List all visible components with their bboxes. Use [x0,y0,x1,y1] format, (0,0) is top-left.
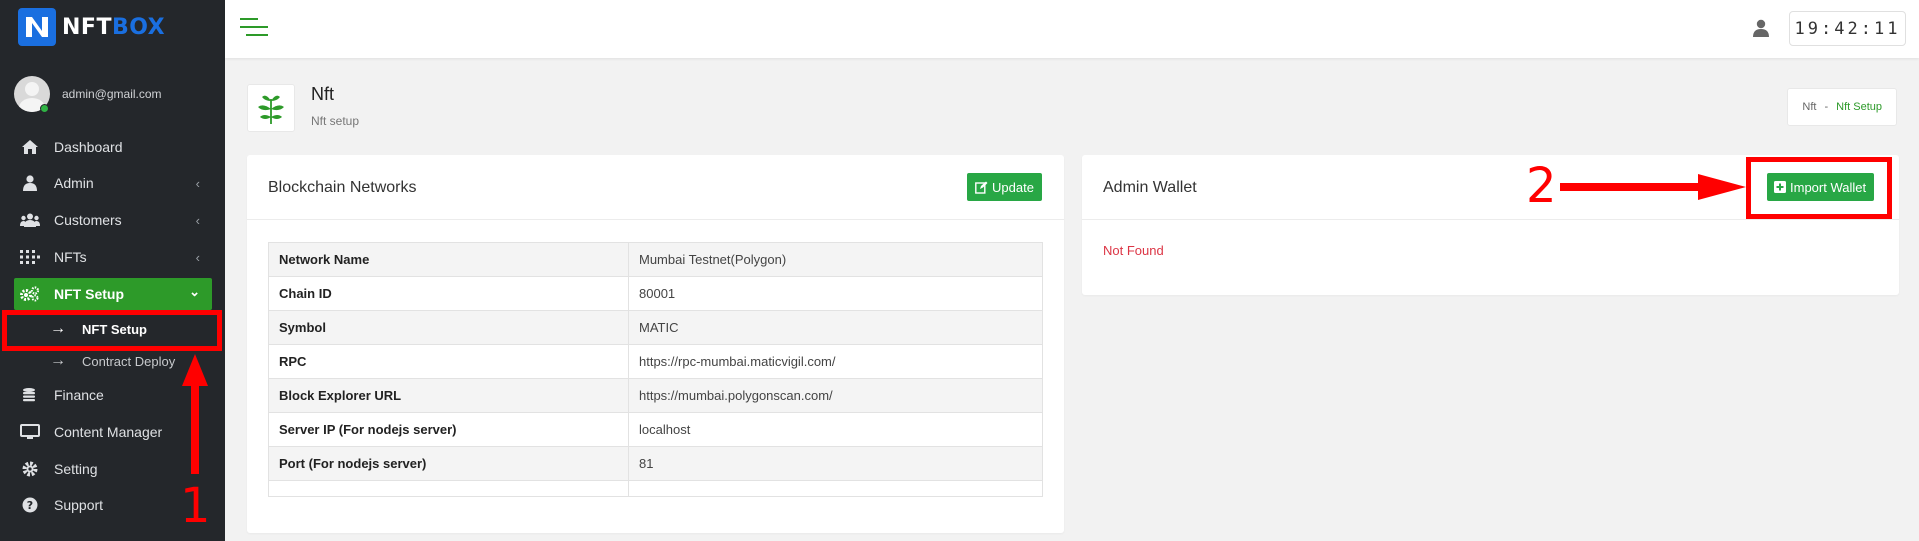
gears-icon [20,286,40,302]
table-key-cell: Network Name [268,242,629,277]
table-value-cell: Mumbai Testnet(Polygon) [628,242,1043,277]
sidebar-item-nft-setup[interactable]: NFT Setup ⌄ [14,278,212,310]
table-row: Block Explorer URL https://mumbai.polygon… [268,378,1043,413]
sidebar-item-label: NFT Setup [54,286,124,302]
sidebar-subitem-contract-deploy[interactable]: → Contract Deploy [50,348,175,374]
table-value-cell: MATIC [628,310,1043,345]
arrow-right-icon: → [50,352,66,369]
annotation-highlight-box-2 [1746,157,1892,219]
sidebar-subitem-label: Contract Deploy [82,353,176,369]
network-details-table: Network Name Mumbai Testnet(Polygon) Chain… [268,242,1043,497]
brand-name: NFTBOX [62,15,165,40]
page-subtitle: Nft setup [311,114,360,128]
card-header: Blockchain Networks Update [247,155,1064,220]
table-empty-cell [628,480,1043,497]
brand-logo-icon [18,8,56,46]
sidebar-item-dashboard[interactable]: Dashboard [14,132,212,162]
annotation-number-1: 1 [180,478,211,534]
update-button[interactable]: Update [967,173,1042,201]
table-row: Symbol MATIC [268,310,1043,345]
wallet-status-text: Not Found [1103,243,1164,258]
table-empty-row [268,480,1043,497]
table-row: Network Name Mumbai Testnet(Polygon) [268,242,1043,277]
coins-icon [20,387,40,403]
sidebar-item-label: Admin [54,175,94,191]
table-row: Port (For nodejs server) 81 [268,446,1043,481]
user-icon [20,175,40,191]
home-icon [20,139,40,155]
online-status-dot [40,104,49,113]
chevron-left-icon: ‹ [195,249,200,265]
sidebar-item-label: Support [54,497,104,513]
users-icon [20,213,40,227]
breadcrumb: Nft - Nft Setup [1787,88,1897,126]
card-title: Admin Wallet [1103,179,1197,196]
table-value-cell: 80001 [628,276,1043,311]
table-key-cell: Chain ID [268,276,629,311]
user-profile[interactable]: admin@gmail.com [14,76,162,112]
table-row: Chain ID 80001 [268,276,1043,311]
table-value-cell: https://mumbai.polygonscan.com/ [628,378,1043,413]
grid-icon [20,250,40,264]
table-key-cell: Symbol [268,310,629,345]
sidebar-item-label: NFTs [54,249,87,265]
user-email: admin@gmail.com [62,87,162,101]
breadcrumb-item-nft[interactable]: Nft [1802,101,1816,113]
svg-text:?: ? [27,499,33,512]
table-key-cell: Block Explorer URL [268,378,629,413]
user-icon[interactable] [1753,19,1769,37]
sidebar-item-label: Finance [54,387,104,403]
update-button-label: Update [992,179,1034,195]
sidebar-item-label: Setting [54,461,98,477]
sidebar-item-nfts[interactable]: NFTs ‹ [14,242,212,272]
annotation-number-2: 2 [1526,158,1557,214]
chevron-left-icon: ‹ [195,212,200,228]
monitor-icon [20,424,40,440]
chevron-left-icon: ‹ [195,175,200,191]
edit-icon [975,181,988,194]
leaf-icon [247,84,295,132]
card-title: Blockchain Networks [268,179,417,196]
blockchain-networks-card: Blockchain Networks Update Network Name M… [247,155,1064,533]
brand-name-part2: BOX [111,14,166,40]
question-icon: ? [20,497,40,513]
table-key-cell: Port (For nodejs server) [268,446,629,481]
table-row: Server IP (For nodejs server) localhost [268,412,1043,447]
table-value-cell: localhost [628,412,1043,447]
sidebar-item-label: Dashboard [54,139,123,155]
annotation-highlight-box-1 [2,310,222,351]
topbar: 19:42:11 [225,0,1919,58]
menu-toggle-icon[interactable] [240,18,268,38]
table-value-cell: 81 [628,446,1043,481]
sidebar-item-admin[interactable]: Admin ‹ [14,168,212,198]
clock-display: 19:42:11 [1789,11,1906,46]
table-key-cell: Server IP (For nodejs server) [268,412,629,447]
sidebar-item-label: Content Manager [54,424,163,440]
annotation-arrow-right [1560,174,1746,200]
sidebar-item-label: Customers [54,212,122,228]
sidebar-item-customers[interactable]: Customers ‹ [14,205,212,235]
gear-icon [20,461,40,477]
table-row: RPC https://rpc-mumbai.maticvigil.com/ [268,344,1043,379]
breadcrumb-item-current: Nft Setup [1836,101,1882,113]
breadcrumb-separator: - [1824,101,1829,113]
table-key-cell: RPC [268,344,629,379]
table-empty-cell [268,480,629,497]
page-title: Nft [311,84,335,104]
annotation-arrow-up [182,354,208,474]
brand-name-part1: NFT [62,14,112,40]
brand[interactable]: NFTBOX [18,8,165,46]
chevron-down-icon: ⌄ [189,284,200,299]
table-value-cell: https://rpc-mumbai.maticvigil.com/ [628,344,1043,379]
